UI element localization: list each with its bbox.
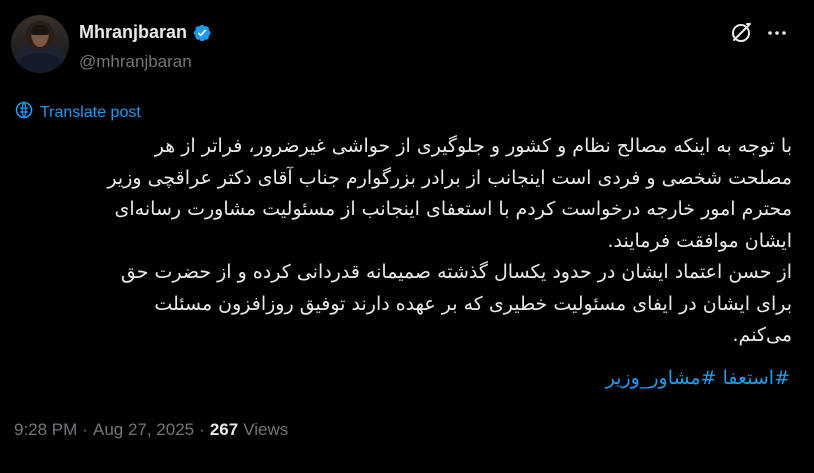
translate-post-label: Translate post (40, 103, 141, 121)
meta-separator: · (82, 420, 88, 439)
tweet-line: از حسن اعتماد ایشان در حدود یکسال گذشته … (120, 261, 792, 283)
tweet-line: با توجه به اینکه مصالح نظام و کشور و جلو… (154, 135, 792, 157)
avatar-hair (31, 25, 49, 35)
tweet-line: می‌کنم. (732, 324, 792, 346)
more-icon[interactable] (764, 20, 790, 46)
globe-icon (14, 100, 34, 125)
tweet-line: ایشان موافقت فرمایند. (607, 229, 792, 252)
verified-badge-icon (192, 23, 212, 43)
display-name[interactable]: Mhranjbaran (79, 22, 187, 43)
post-time[interactable]: 9:28 PM (14, 420, 77, 440)
translate-post-link[interactable]: Translate post (14, 100, 141, 125)
tweet-text: با توجه به اینکه مصالح نظام و کشور و جلو… (14, 131, 792, 352)
views-label: Views (243, 420, 289, 439)
post-date[interactable]: Aug 27, 2025 (93, 420, 194, 440)
views-count: 267 (209, 420, 239, 439)
tweet-meta: 9:28 PM · Aug 27, 2025 · 267 Views (14, 420, 288, 440)
avatar-shoulders (17, 53, 63, 73)
tweet-line: مصلحت شخصی و فردی است اینجانب از برادر ب… (107, 166, 792, 189)
meta-separator: · (199, 420, 205, 439)
tweet-line: برای ایشان در ایفای مسئولیت خطیری که بر … (154, 292, 792, 315)
hashtag-link[interactable]: #استعفا (723, 367, 790, 389)
hashtags: #استعفا #مشاور_وزیر (606, 367, 790, 389)
hashtag-link[interactable]: #مشاور_وزیر (606, 367, 717, 389)
grok-icon[interactable] (728, 20, 754, 46)
handle[interactable]: @mhranjbaran (79, 52, 192, 72)
name-row: Mhranjbaran (79, 22, 212, 43)
tweet-line: محترم امور خارجه درخواست کردم با استعفای… (114, 198, 792, 220)
avatar[interactable] (11, 15, 69, 73)
tweet-header: Mhranjbaran @mhranjbaran (0, 0, 814, 90)
